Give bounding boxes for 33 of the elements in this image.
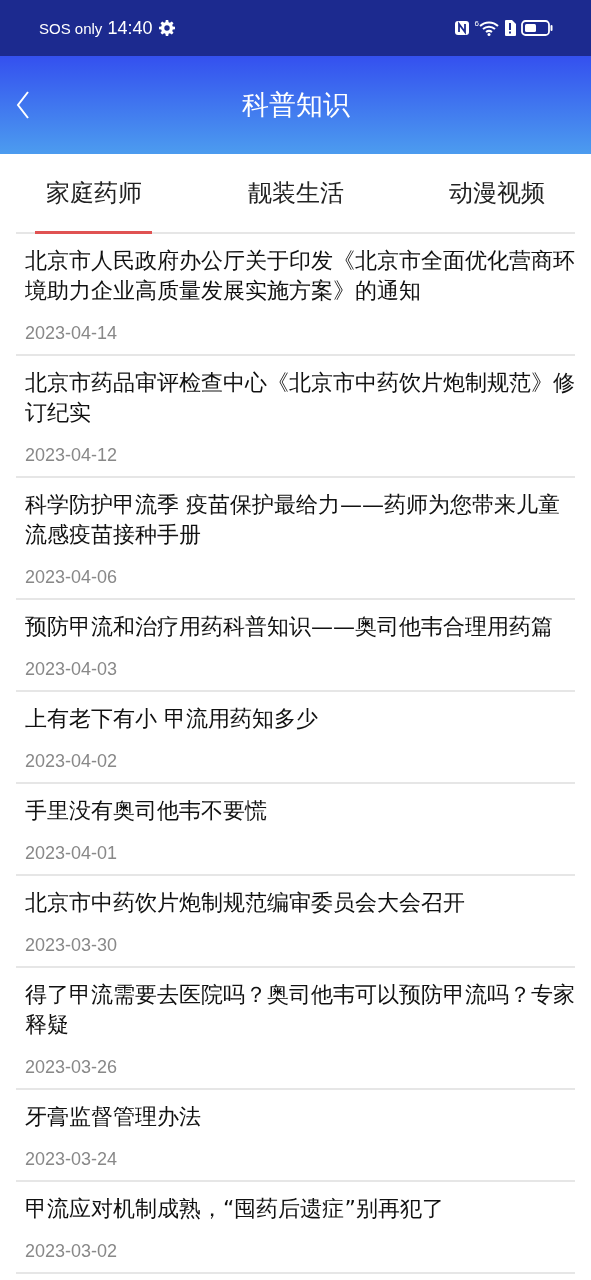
settings-icon (159, 20, 176, 36)
wifi-badge-label: 6 (474, 20, 479, 28)
article-date: 2023-04-02 (25, 750, 119, 773)
article-title[interactable]: 上有老下有小 甲流用药知多少 (25, 704, 575, 734)
nfc-icon (453, 20, 470, 36)
back-icon[interactable] (16, 91, 30, 119)
article-date: 2023-03-26 (25, 1056, 119, 1079)
article-date: 2023-04-06 (25, 566, 119, 589)
article-date: 2023-03-30 (25, 934, 119, 957)
article-title[interactable]: 北京市人民政府办公厅关于印发《北京市全面优化营商环境助力企业高质量发展实施方案》的通知 (25, 246, 575, 306)
clock: 14:40 (107, 17, 153, 39)
article-date: 2023-04-12 (25, 444, 119, 467)
article-date: 2023-04-03 (25, 658, 119, 681)
sim-alert-icon (504, 20, 516, 36)
article-title[interactable]: 北京市药品审评检查中心《北京市中药饮片炮制规范》修订纪实 (25, 368, 575, 428)
article-title[interactable]: 科学防护甲流季 疫苗保护最给力——药师为您带来儿童流感疫苗接种手册 (25, 490, 575, 550)
article-title[interactable]: 手里没有奥司他韦不要慌 (25, 796, 575, 826)
article-date: 2023-03-24 (25, 1148, 119, 1171)
article-title[interactable]: 甲流应对机制成熟，“囤药后遗症”别再犯了 (25, 1194, 575, 1224)
tab[interactable]: 家庭药师 (16, 154, 152, 234)
page-title: 科普知识 (241, 88, 350, 122)
carrier-text: SOS only (39, 19, 103, 37)
tab[interactable]: 靓装生活 (240, 154, 353, 234)
article-date: 2023-04-01 (25, 842, 119, 865)
article-date: 2023-04-14 (25, 322, 119, 345)
article-title[interactable]: 牙膏监督管理办法 (25, 1102, 575, 1132)
article-title[interactable]: 北京市中药饮片炮制规范编审委员会大会召开 (25, 888, 575, 918)
battery-icon (521, 20, 553, 36)
tab[interactable]: 动漫视频 (441, 154, 575, 234)
article-title[interactable]: 预防甲流和治疗用药科普知识——奥司他韦合理用药篇 (25, 612, 575, 642)
wifi-icon (479, 20, 499, 36)
article-title[interactable]: 得了甲流需要去医院吗？奥司他韦可以预防甲流吗？专家释疑 (25, 980, 575, 1040)
article-date: 2023-03-02 (25, 1240, 119, 1263)
